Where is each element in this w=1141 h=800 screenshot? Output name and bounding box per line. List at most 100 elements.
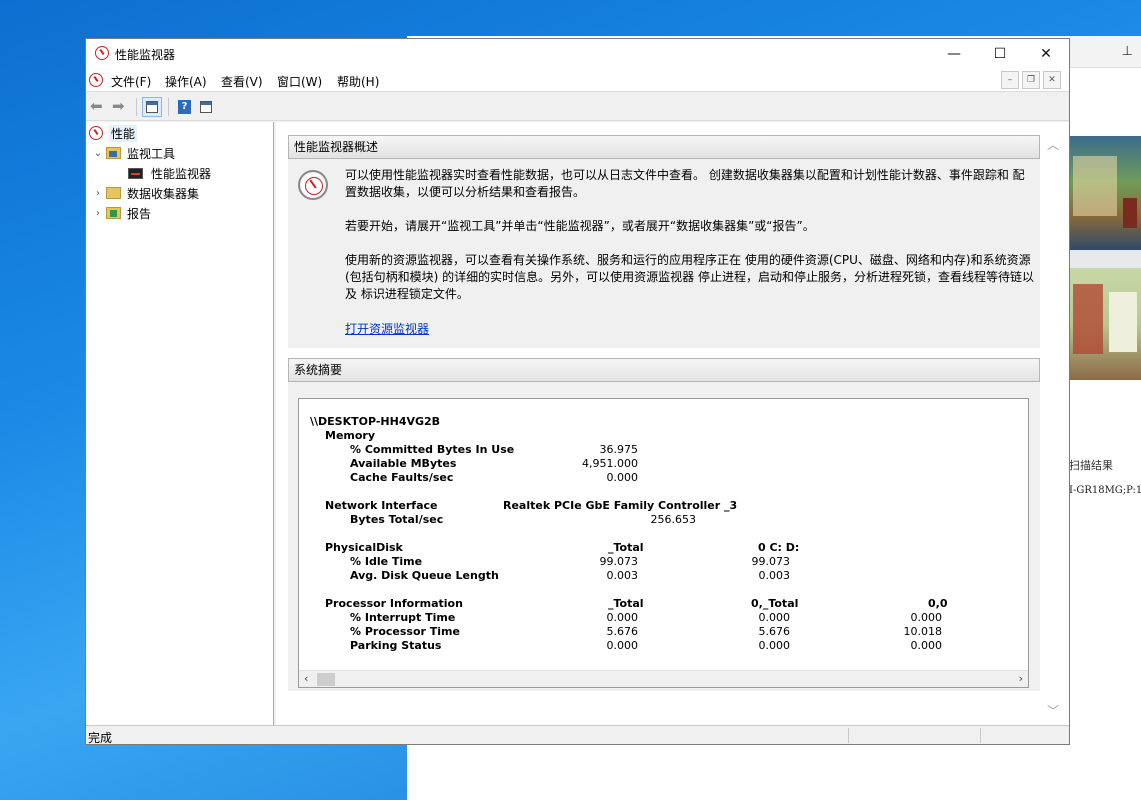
memory-row-value: 36.975	[599, 443, 639, 456]
disk-row-label: % Idle Time	[350, 555, 423, 568]
tree-label-performance-monitor: 性能监视器	[151, 166, 212, 181]
tree-item-monitoring-tools[interactable]: ⌄ 监视工具	[92, 144, 177, 162]
data-collector-sets-icon	[106, 187, 121, 199]
open-resource-monitor-link[interactable]: 打开资源监视器	[345, 320, 429, 337]
disk-title: PhysicalDisk	[325, 541, 403, 554]
mdi-close-button[interactable]: ✕	[1043, 71, 1061, 89]
background-topbar: ⊥	[1069, 36, 1141, 68]
processor-row-label: Parking Status	[350, 639, 442, 652]
tree-label-data-collector-sets: 数据收集器集	[127, 186, 200, 201]
disk-row-value: 99.073	[751, 555, 791, 568]
status-bar: 完成	[86, 725, 1069, 745]
overview-section: 性能监视器概述 可以使用性能监视器实时查看性能数据，也可以从日志文件中查看。 创…	[288, 135, 1040, 348]
scroll-right-arrow-icon[interactable]: ›	[1019, 672, 1023, 685]
show-action-pane-button[interactable]	[196, 97, 216, 117]
tree-item-reports[interactable]: › 报告	[92, 204, 153, 222]
disk-instance-0: 0 C: D:	[758, 541, 800, 554]
chevron-right-icon[interactable]: ›	[92, 208, 104, 219]
minimize-button[interactable]: —	[931, 39, 977, 69]
processor-row-value: 10.018	[903, 625, 943, 638]
overview-paragraph-2: 若要开始，请展开“监视工具”并单击“性能监视器”，或者展开“数据收集器集”或“报…	[345, 219, 815, 233]
tree-label-performance: 性能	[109, 124, 138, 142]
action-pane-icon	[200, 101, 212, 113]
chevron-right-icon[interactable]: ›	[92, 188, 104, 199]
background-thumbnail-2[interactable]	[1069, 268, 1141, 380]
tree-item-performance[interactable]: 性能	[89, 124, 138, 142]
processor-row-value: 5.676	[758, 625, 791, 638]
processor-row-value: 0.000	[606, 611, 639, 624]
scroll-up-arrow-icon[interactable]: ︿	[1047, 136, 1059, 153]
processor-row-value: 0.000	[758, 639, 791, 652]
memory-row-label: Available MBytes	[350, 457, 457, 470]
menu-bar: 文件(F) 操作(A) 查看(V) 窗口(W) 帮助(H) – ❐ ✕	[86, 69, 1069, 91]
console-tree-icon	[146, 101, 158, 113]
title-bar[interactable]: 性能监视器 — ☐ ✕	[86, 39, 1069, 69]
pin-icon[interactable]: ⊥	[1122, 44, 1133, 59]
scroll-thumb[interactable]	[317, 673, 335, 686]
mdi-minimize-button[interactable]: –	[1001, 71, 1019, 89]
network-row-label: Bytes Total/sec	[350, 513, 444, 526]
disk-row-value: 99.073	[599, 555, 639, 568]
system-summary-section: 系统摘要 \\DESKTOP-HH4VG2B Memory % Committe…	[288, 358, 1040, 691]
menu-help[interactable]: 帮助(H)	[337, 73, 379, 90]
network-row-value: 256.653	[650, 513, 697, 526]
status-text: 完成	[88, 731, 113, 745]
disk-instance-total: _Total	[608, 541, 644, 554]
forward-arrow-icon[interactable]: ➡	[112, 97, 125, 115]
disk-row-value: 0.003	[758, 569, 791, 582]
memory-title: Memory	[325, 429, 376, 442]
processor-title: Processor Information	[325, 597, 463, 610]
processor-row-value: 0.000	[910, 639, 943, 652]
help-button[interactable]: ?	[174, 97, 194, 117]
network-title: Network Interface	[325, 499, 438, 512]
background-device-text: I-GR18MG;P:12	[1069, 485, 1141, 496]
memory-row-label: % Committed Bytes In Use	[350, 443, 515, 456]
processor-row-label: % Interrupt Time	[350, 611, 456, 624]
network-instance: Realtek PCIe GbE Family Controller _3	[503, 499, 738, 512]
system-summary-box: \\DESKTOP-HH4VG2B Memory % Committed Byt…	[298, 398, 1029, 688]
performance-icon	[89, 126, 103, 140]
close-button[interactable]: ✕	[1023, 39, 1069, 69]
tree-label-monitoring-tools: 监视工具	[127, 146, 176, 161]
processor-row-value: 0.000	[606, 639, 639, 652]
overview-paragraph-3: 使用新的资源监视器，可以查看有关操作系统、服务和运行的应用程序正在 使用的硬件资…	[345, 253, 1034, 301]
processor-instance-0-total: 0,_Total	[751, 597, 799, 610]
menu-action[interactable]: 操作(A)	[165, 73, 207, 90]
mdi-restore-button[interactable]: ❐	[1022, 71, 1040, 89]
reports-icon	[106, 207, 121, 219]
memory-row-label: Cache Faults/sec	[350, 471, 454, 484]
maximize-button[interactable]: ☐	[977, 39, 1023, 69]
system-menu-icon[interactable]	[89, 73, 103, 87]
overview-header[interactable]: 性能监视器概述	[288, 135, 1040, 159]
processor-instance-0-0: 0,0	[928, 597, 948, 610]
system-summary-header[interactable]: 系统摘要	[288, 358, 1040, 382]
content-pane: ︿ 性能监视器概述 可以使用性能监视器实时查看性能数据，也可以从日志文件中查看。…	[276, 122, 1069, 725]
console-tree: 性能 ⌄ 监视工具 性能监视器 › 数据收集器集 › 报告	[86, 122, 274, 725]
menu-view[interactable]: 查看(V)	[221, 73, 263, 90]
performance-monitor-icon	[128, 167, 143, 179]
background-panel	[1069, 68, 1141, 136]
toolbar: ⬅ ➡ ?	[86, 91, 1069, 121]
window-title: 性能监视器	[115, 48, 176, 62]
horizontal-scrollbar[interactable]: ‹ ›	[299, 670, 1028, 687]
processor-row-value: 0.000	[758, 611, 791, 624]
mdi-controls: – ❐ ✕	[998, 71, 1061, 89]
chevron-down-icon[interactable]: ⌄	[92, 148, 104, 159]
menu-file[interactable]: 文件(F)	[111, 73, 151, 90]
processor-row-label: % Processor Time	[350, 625, 460, 638]
tree-label-reports: 报告	[127, 206, 152, 221]
menu-window[interactable]: 窗口(W)	[277, 73, 322, 90]
tree-item-data-collector-sets[interactable]: › 数据收集器集	[92, 184, 201, 202]
memory-row-value: 0.000	[606, 471, 639, 484]
back-arrow-icon[interactable]: ⬅	[90, 97, 103, 115]
show-hide-console-tree-button[interactable]	[142, 97, 162, 117]
scroll-left-arrow-icon[interactable]: ‹	[304, 672, 308, 685]
background-thumbnail-1[interactable]	[1069, 136, 1141, 250]
disk-row-label: Avg. Disk Queue Length	[350, 569, 499, 582]
processor-row-value: 5.676	[606, 625, 639, 638]
disk-row-value: 0.003	[606, 569, 639, 582]
performance-monitor-gauge-icon	[298, 170, 328, 200]
scroll-down-arrow-icon[interactable]: ﹀	[1047, 702, 1059, 719]
overview-paragraph-1: 可以使用性能监视器实时查看性能数据，也可以从日志文件中查看。 创建数据收集器集以…	[345, 168, 1025, 199]
tree-item-performance-monitor[interactable]: 性能监视器	[128, 164, 213, 182]
